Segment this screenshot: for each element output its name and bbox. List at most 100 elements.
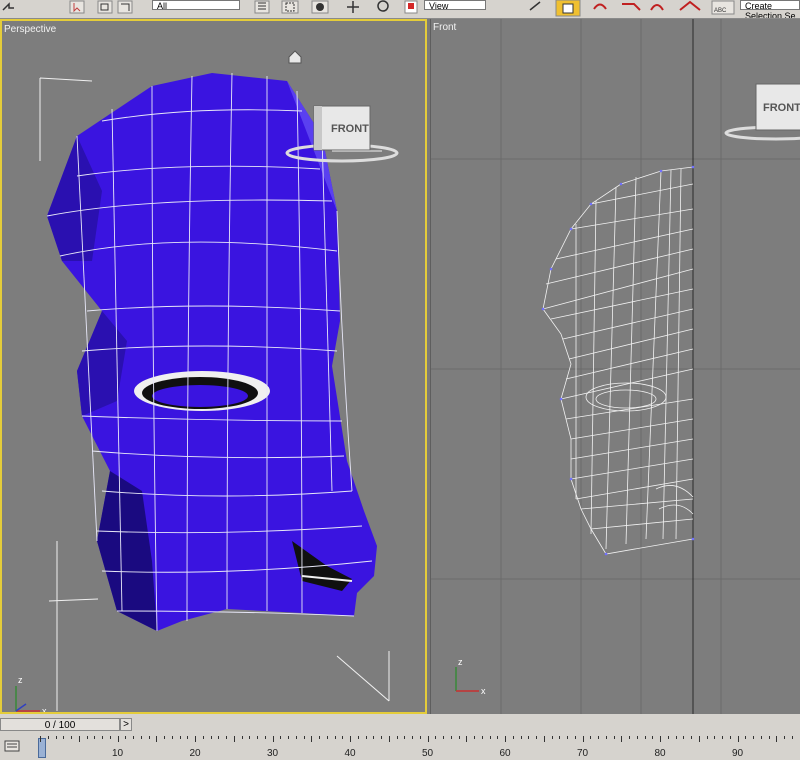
named-selection-dropdown[interactable]: Create Selection Se <box>740 0 800 18</box>
front-vertices <box>541 165 695 556</box>
axis-tripod-front: z x <box>455 657 486 696</box>
rect-select-icon[interactable] <box>117 0 133 14</box>
front-viewport[interactable]: Front FRONT z x <box>430 19 800 714</box>
trackbar-tick <box>272 736 274 742</box>
trackbar-tick <box>714 736 716 739</box>
trackbar-tick <box>776 736 778 742</box>
trackbar-tick <box>722 736 723 739</box>
trackbar-tick <box>257 736 258 739</box>
trackbar-tick <box>443 736 444 739</box>
trackbar-tick <box>47 736 49 739</box>
undo-icon[interactable] <box>2 2 14 11</box>
trackbar-tick <box>551 736 553 739</box>
trackbar-tick <box>71 736 72 739</box>
trackbar-tick <box>288 736 289 739</box>
trackbar-tick <box>419 736 421 739</box>
trackbar-tick <box>148 736 150 739</box>
trackbar-tick <box>466 736 468 742</box>
trackbar-tick-label: 80 <box>654 748 666 759</box>
time-slider-next-button[interactable]: > <box>120 718 132 731</box>
trackbar-tick <box>768 736 770 739</box>
trackbar-tick <box>427 736 429 742</box>
trackbar[interactable]: 10 20 30 40 50 60 70 80 90 <box>28 736 800 760</box>
home-icon[interactable] <box>288 50 302 64</box>
spinner-snap-icon[interactable] <box>555 0 581 17</box>
viewcube-front[interactable]: FRONT <box>724 83 800 141</box>
select-icon[interactable] <box>69 0 85 14</box>
align-icon[interactable] <box>650 4 664 11</box>
window-crossing-icon[interactable] <box>254 0 270 14</box>
material-editor-icon[interactable]: ABC <box>711 0 735 15</box>
trackbar-tick <box>652 736 654 739</box>
trackbar-tick-label: 50 <box>421 748 434 759</box>
mask-mesh <box>47 73 377 631</box>
scale-icon[interactable] <box>347 1 359 13</box>
svg-text:ABC: ABC <box>714 8 727 14</box>
front-scene: FRONT z x <box>431 19 800 714</box>
trackbar-tick <box>613 736 615 739</box>
trackbar-tick <box>567 736 568 739</box>
trackbar-tick <box>365 736 367 739</box>
viewcube-label: FRONT <box>331 123 369 135</box>
trackbar-tick <box>474 736 475 739</box>
trackbar-tick <box>644 736 646 739</box>
trackbar-tick <box>226 736 227 739</box>
svg-text:z: z <box>458 657 463 667</box>
snap-icon[interactable] <box>377 0 389 12</box>
trackbar-tick <box>357 736 359 739</box>
percent-snap-icon[interactable] <box>529 1 541 11</box>
trackbar-tick <box>396 736 398 739</box>
trackbar-tick <box>109 736 111 739</box>
main-toolbar: ABC All View Create Selection Se <box>0 0 800 19</box>
trackbar-tick-label: 10 <box>111 748 124 759</box>
trackbar-tick <box>660 736 661 742</box>
trackbar-tick <box>698 736 700 742</box>
trackbar-tick <box>412 736 413 739</box>
trackbar-tick <box>303 736 305 739</box>
rotate-icon[interactable] <box>311 0 329 14</box>
selection-filter-dropdown[interactable]: All <box>152 0 240 11</box>
trackbar-tick <box>179 736 181 739</box>
trackbar-tick <box>605 736 607 739</box>
trackbar-tick <box>164 736 165 739</box>
front-wireframe <box>542 166 694 555</box>
trackbar-tick <box>140 736 142 739</box>
trackbar-tick <box>373 736 375 739</box>
select-by-name-icon[interactable] <box>97 0 113 14</box>
trackbar-tick <box>489 736 491 739</box>
trackbar-tick <box>388 736 390 742</box>
curve-editor-icon[interactable] <box>679 0 701 11</box>
trackbar-tick <box>760 736 762 739</box>
trackbar-tick <box>218 736 220 739</box>
trackbar-tick <box>691 736 692 739</box>
svg-text:x: x <box>42 706 47 714</box>
viewcube-label-front: FRONT <box>763 102 800 114</box>
trackbar-tick <box>621 736 623 742</box>
trackbar-tick <box>574 736 576 739</box>
trackbar-tick <box>195 736 196 742</box>
trackbar-tick <box>210 736 212 739</box>
trackbar-tick <box>117 736 119 742</box>
trackbar-tick <box>249 736 251 739</box>
trackbar-tick <box>233 736 235 742</box>
angle-snap-icon[interactable] <box>404 0 418 14</box>
trackbar-tick <box>590 736 592 739</box>
trackbar-tick <box>737 736 739 742</box>
trackbar-tick <box>125 736 127 739</box>
trackbar-tick <box>683 736 685 739</box>
trackbar-tick <box>598 736 599 739</box>
perspective-viewport[interactable]: Perspective FRONT z x <box>0 19 427 714</box>
trackbar-tick <box>86 736 88 739</box>
reference-coordinate-dropdown[interactable]: View <box>424 0 486 11</box>
edit-named-selection-icon[interactable] <box>593 3 607 10</box>
move-icon[interactable] <box>281 0 299 14</box>
trackbar-tick <box>505 736 506 742</box>
trackbar-toggle-icon[interactable] <box>4 740 22 754</box>
time-slider[interactable]: 0 / 100 > <box>0 718 132 732</box>
trackbar-tick <box>636 736 638 739</box>
trackbar-tick <box>78 736 80 742</box>
trackbar-tick <box>404 736 406 739</box>
time-slider-label[interactable]: 0 / 100 <box>0 718 120 731</box>
trackbar-tick <box>171 736 173 739</box>
mirror-icon[interactable] <box>622 3 641 11</box>
